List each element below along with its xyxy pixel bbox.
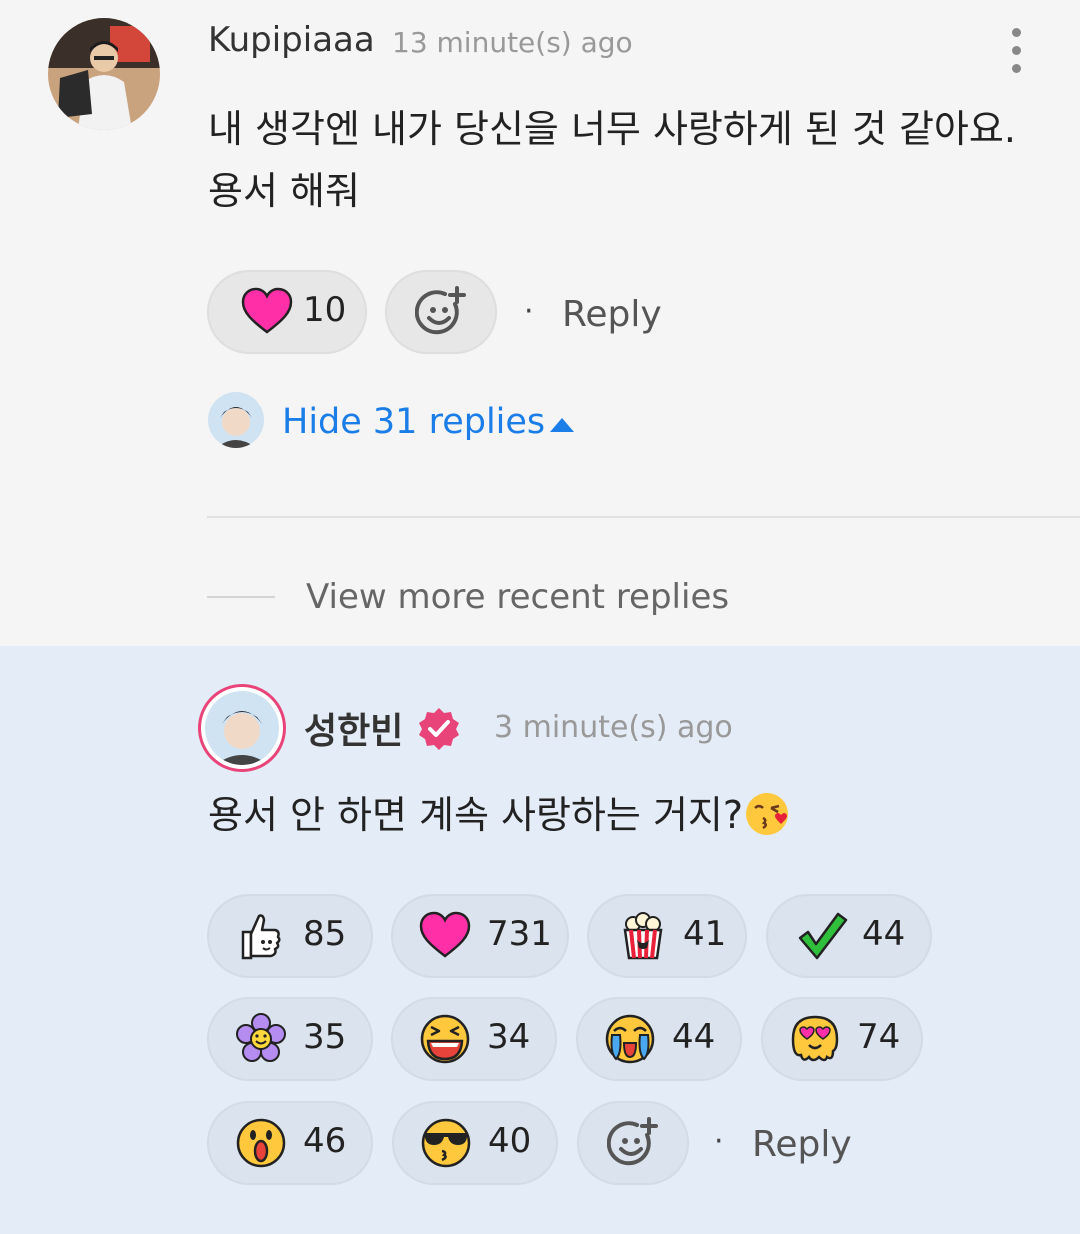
username[interactable]: Kupipiaaa (208, 20, 375, 60)
laughing-face-icon (420, 1014, 470, 1064)
reply-button[interactable]: Reply (562, 294, 662, 335)
reaction-count: 10 (303, 290, 347, 330)
separator-dot: · (524, 294, 534, 329)
reaction-count: 44 (672, 1017, 716, 1057)
reaction-surprised-button[interactable]: 46 (207, 1101, 373, 1185)
add-emoji-icon (415, 286, 466, 335)
popcorn-icon (623, 912, 663, 960)
reaction-check-button[interactable]: 44 (766, 894, 932, 978)
heart-icon (419, 911, 471, 958)
username[interactable]: 성한빈 (304, 702, 403, 754)
avatar[interactable] (198, 684, 286, 772)
reply-card: 성한빈 3 minute(s) ago 용서 안 하면 계속 사랑하는 거지? … (0, 646, 1080, 1234)
view-more-replies-link[interactable]: View more recent replies (306, 577, 729, 617)
reaction-heart-button[interactable]: 10 (207, 270, 367, 354)
more-options-icon[interactable] (1000, 26, 1032, 76)
kissing-face-icon (746, 793, 789, 835)
reaction-count: 85 (303, 914, 347, 954)
reply-text: 용서 안 하면 계속 사랑하는 거지? (208, 788, 791, 842)
thumbs-up-icon (241, 914, 281, 960)
flower-icon (236, 1013, 286, 1062)
reaction-laughing-button[interactable]: 34 (391, 997, 557, 1081)
crying-face-icon (605, 1014, 655, 1064)
heart-eyes-melting-icon (791, 1015, 839, 1062)
reaction-heart-button[interactable]: 731 (391, 894, 569, 978)
heart-icon (241, 287, 293, 334)
avatar[interactable] (48, 18, 160, 130)
add-reaction-button[interactable] (577, 1101, 689, 1185)
reaction-count: 41 (683, 914, 727, 954)
reaction-count: 35 (303, 1017, 347, 1057)
reaction-sunglasses-button[interactable]: 40 (392, 1101, 558, 1185)
hide-replies-link[interactable]: Hide 31 replies (282, 402, 545, 442)
surprised-face-icon (236, 1118, 286, 1168)
reaction-count: 44 (862, 914, 906, 954)
comment-card: Kupipiaaa 13 minute(s) ago 내 생각엔 내가 당신을 … (0, 0, 1080, 646)
thread-line (207, 596, 275, 598)
reaction-flower-button[interactable]: 35 (207, 997, 373, 1081)
reaction-count: 46 (303, 1121, 347, 1161)
reaction-heart-eyes-button[interactable]: 74 (761, 997, 923, 1081)
reaction-count: 74 (857, 1017, 901, 1057)
caret-up-icon[interactable] (550, 418, 574, 432)
timestamp: 3 minute(s) ago (494, 710, 733, 745)
check-icon (798, 912, 848, 960)
reaction-popcorn-button[interactable]: 41 (587, 894, 747, 978)
reaction-thumbs-up-button[interactable]: 85 (207, 894, 373, 978)
reply-button[interactable]: Reply (752, 1124, 852, 1165)
sunglasses-face-icon (421, 1118, 471, 1168)
add-emoji-icon (607, 1117, 658, 1166)
add-reaction-button[interactable] (385, 270, 497, 354)
comment-text: 내 생각엔 내가 당신을 너무 사랑하게 된 것 같아요. 용서 해줘 (208, 107, 1016, 213)
separator-dot: · (714, 1124, 724, 1159)
reaction-count: 34 (487, 1017, 531, 1057)
reply-author-avatar (208, 392, 264, 448)
divider (207, 516, 1080, 518)
verified-badge-icon (419, 708, 459, 750)
reaction-crying-button[interactable]: 44 (576, 997, 742, 1081)
reaction-count: 40 (488, 1121, 532, 1161)
reaction-count: 731 (487, 914, 552, 954)
timestamp: 13 minute(s) ago (392, 26, 633, 59)
reply-text-content: 용서 안 하면 계속 사랑하는 거지? (208, 793, 744, 837)
